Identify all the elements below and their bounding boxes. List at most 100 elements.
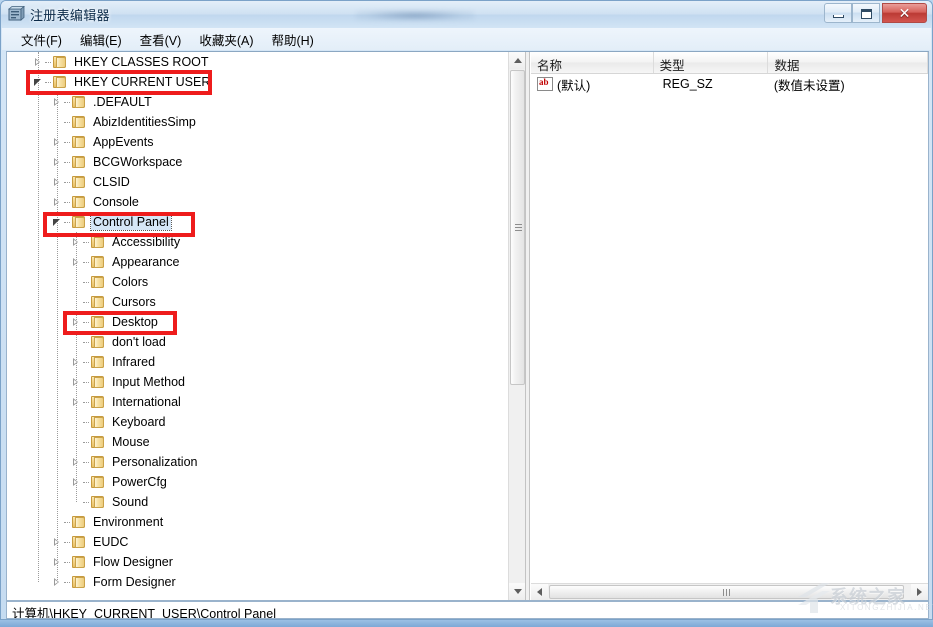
tree-item-powercfg[interactable]: PowerCfg <box>7 472 504 492</box>
registry-key-folder-icon <box>90 375 106 389</box>
menu-favorites[interactable]: 收藏夹(A) <box>190 28 262 51</box>
expand-triangle-icon[interactable] <box>52 552 64 572</box>
tree-indent-spacer <box>71 272 83 292</box>
scroll-down-button[interactable] <box>509 583 525 600</box>
menu-help[interactable]: 帮助(H) <box>262 28 322 51</box>
tree-item-accessibility[interactable]: Accessibility <box>7 232 504 252</box>
close-icon: ✕ <box>898 5 911 21</box>
tree-item-hkey-classes-root[interactable]: HKEY CLASSES ROOT <box>7 52 504 72</box>
expand-triangle-icon[interactable] <box>52 172 64 192</box>
tree-connector-line <box>64 141 70 143</box>
column-header-data[interactable]: 数据 <box>768 52 928 73</box>
tree-item-flow-designer[interactable]: Flow Designer <box>7 552 504 572</box>
tree-item-keyboard[interactable]: Keyboard <box>7 412 504 432</box>
values-scrollbar-thumb[interactable] <box>549 585 904 599</box>
tree-item-label: Appearance <box>112 255 180 269</box>
column-header-type[interactable]: 类型 <box>654 52 769 73</box>
expand-triangle-icon[interactable] <box>52 92 64 112</box>
tree-connector-line <box>83 421 89 423</box>
expand-triangle-icon[interactable] <box>52 572 64 592</box>
tree-item-default[interactable]: .DEFAULT <box>7 92 504 112</box>
expand-triangle-icon[interactable] <box>71 352 83 372</box>
expand-triangle-icon[interactable] <box>52 192 64 212</box>
registry-key-folder-icon <box>71 555 87 569</box>
tree-connector-line <box>64 101 70 103</box>
pane-splitter[interactable] <box>525 52 530 600</box>
tree-vertical-scrollbar[interactable] <box>508 52 525 600</box>
expand-triangle-icon[interactable] <box>71 472 83 492</box>
scroll-right-button[interactable] <box>911 584 928 600</box>
tree-item-environment[interactable]: Environment <box>7 512 504 532</box>
tree-item-sound[interactable]: Sound <box>7 492 504 512</box>
tree-item-appevents[interactable]: AppEvents <box>7 132 504 152</box>
scroll-up-button[interactable] <box>509 52 525 69</box>
close-button[interactable]: ✕ <box>882 3 927 23</box>
registry-tree-pane: HKEY CLASSES ROOT HKEY CURRENT USER .DEFAU… <box>7 52 525 600</box>
expand-triangle-icon[interactable] <box>71 452 83 472</box>
tree-item-console[interactable]: Console <box>7 192 504 212</box>
tree-item-colors[interactable]: Colors <box>7 272 504 292</box>
tree-item-label: Cursors <box>112 295 156 309</box>
values-horizontal-scrollbar[interactable] <box>531 583 928 600</box>
value-data: (数值未设置) <box>773 78 845 93</box>
tree-item-input-method[interactable]: Input Method <box>7 372 504 392</box>
tree-connector-line <box>64 181 70 183</box>
tree-scrollbar-thumb[interactable] <box>510 70 525 385</box>
menu-file[interactable]: 文件(F) <box>12 28 71 51</box>
values-list-row[interactable]: (默认) REG_SZ (数值未设置) <box>531 74 928 94</box>
tree-item-desktop[interactable]: Desktop <box>7 312 504 332</box>
minimize-button[interactable] <box>824 3 852 23</box>
tree-indent-spacer <box>71 292 83 312</box>
tree-connector-line <box>83 321 89 323</box>
tree-indent-spacer <box>71 492 83 512</box>
values-list: (默认) REG_SZ (数值未设置) <box>531 74 928 94</box>
tree-item-control-panel[interactable]: Control Panel <box>7 212 504 232</box>
tree-item-infrared[interactable]: Infrared <box>7 352 504 372</box>
menu-edit[interactable]: 编辑(E) <box>71 28 131 51</box>
expand-triangle-icon[interactable] <box>52 532 64 552</box>
expand-triangle-icon[interactable] <box>71 232 83 252</box>
tree-item-label: Desktop <box>112 315 158 329</box>
tree-item-abizidentitiessimp[interactable]: AbizIdentitiesSimp <box>7 112 504 132</box>
registry-tree: HKEY CLASSES ROOT HKEY CURRENT USER .DEFAU… <box>7 52 504 592</box>
expand-triangle-icon[interactable] <box>71 252 83 272</box>
expand-triangle-icon[interactable] <box>71 372 83 392</box>
expand-triangle-icon[interactable] <box>71 392 83 412</box>
title-bar: 注册表编辑器 ✕ <box>1 1 932 28</box>
column-header-name[interactable]: 名称 <box>531 52 654 73</box>
collapse-triangle-icon[interactable] <box>52 212 64 232</box>
tree-item-form-designer[interactable]: Form Designer <box>7 572 504 592</box>
tree-item-appearance[interactable]: Appearance <box>7 252 504 272</box>
tree-item-hkey-current-user[interactable]: HKEY CURRENT USER <box>7 72 504 92</box>
tree-item-label: Mouse <box>112 435 150 449</box>
registry-key-folder-icon <box>71 575 87 589</box>
tree-connector-line <box>83 441 89 443</box>
tree-item-international[interactable]: International <box>7 392 504 412</box>
maximize-button[interactable] <box>852 3 880 23</box>
tree-item-label: Keyboard <box>112 415 166 429</box>
expand-triangle-icon[interactable] <box>71 312 83 332</box>
chevron-left-icon <box>537 588 542 596</box>
tree-item-clsid[interactable]: CLSID <box>7 172 504 192</box>
collapse-triangle-icon[interactable] <box>33 72 45 92</box>
registry-key-folder-icon <box>90 275 106 289</box>
scroll-left-button[interactable] <box>531 584 548 600</box>
menu-view[interactable]: 查看(V) <box>131 28 191 51</box>
tree-item-eudc[interactable]: EUDC <box>7 532 504 552</box>
menu-bar: 文件(F) 编辑(E) 查看(V) 收藏夹(A) 帮助(H) <box>2 28 931 50</box>
tree-item-label: Input Method <box>112 375 185 389</box>
tree-item-cursors[interactable]: Cursors <box>7 292 504 312</box>
tree-item-label: Control Panel <box>90 213 172 231</box>
registry-key-folder-icon <box>90 475 106 489</box>
tree-item-mouse[interactable]: Mouse <box>7 432 504 452</box>
expand-triangle-icon[interactable] <box>33 52 45 72</box>
tree-item-personalization[interactable]: Personalization <box>7 452 504 472</box>
expand-triangle-icon[interactable] <box>52 132 64 152</box>
registry-key-folder-icon <box>71 155 87 169</box>
expand-triangle-icon[interactable] <box>52 152 64 172</box>
tree-item-bcgworkspace[interactable]: BCGWorkspace <box>7 152 504 172</box>
tree-item-label: Infrared <box>112 355 156 369</box>
tree-item-don-t-load[interactable]: don't load <box>7 332 504 352</box>
tree-indent-spacer <box>52 512 64 532</box>
maximize-icon <box>861 9 872 19</box>
